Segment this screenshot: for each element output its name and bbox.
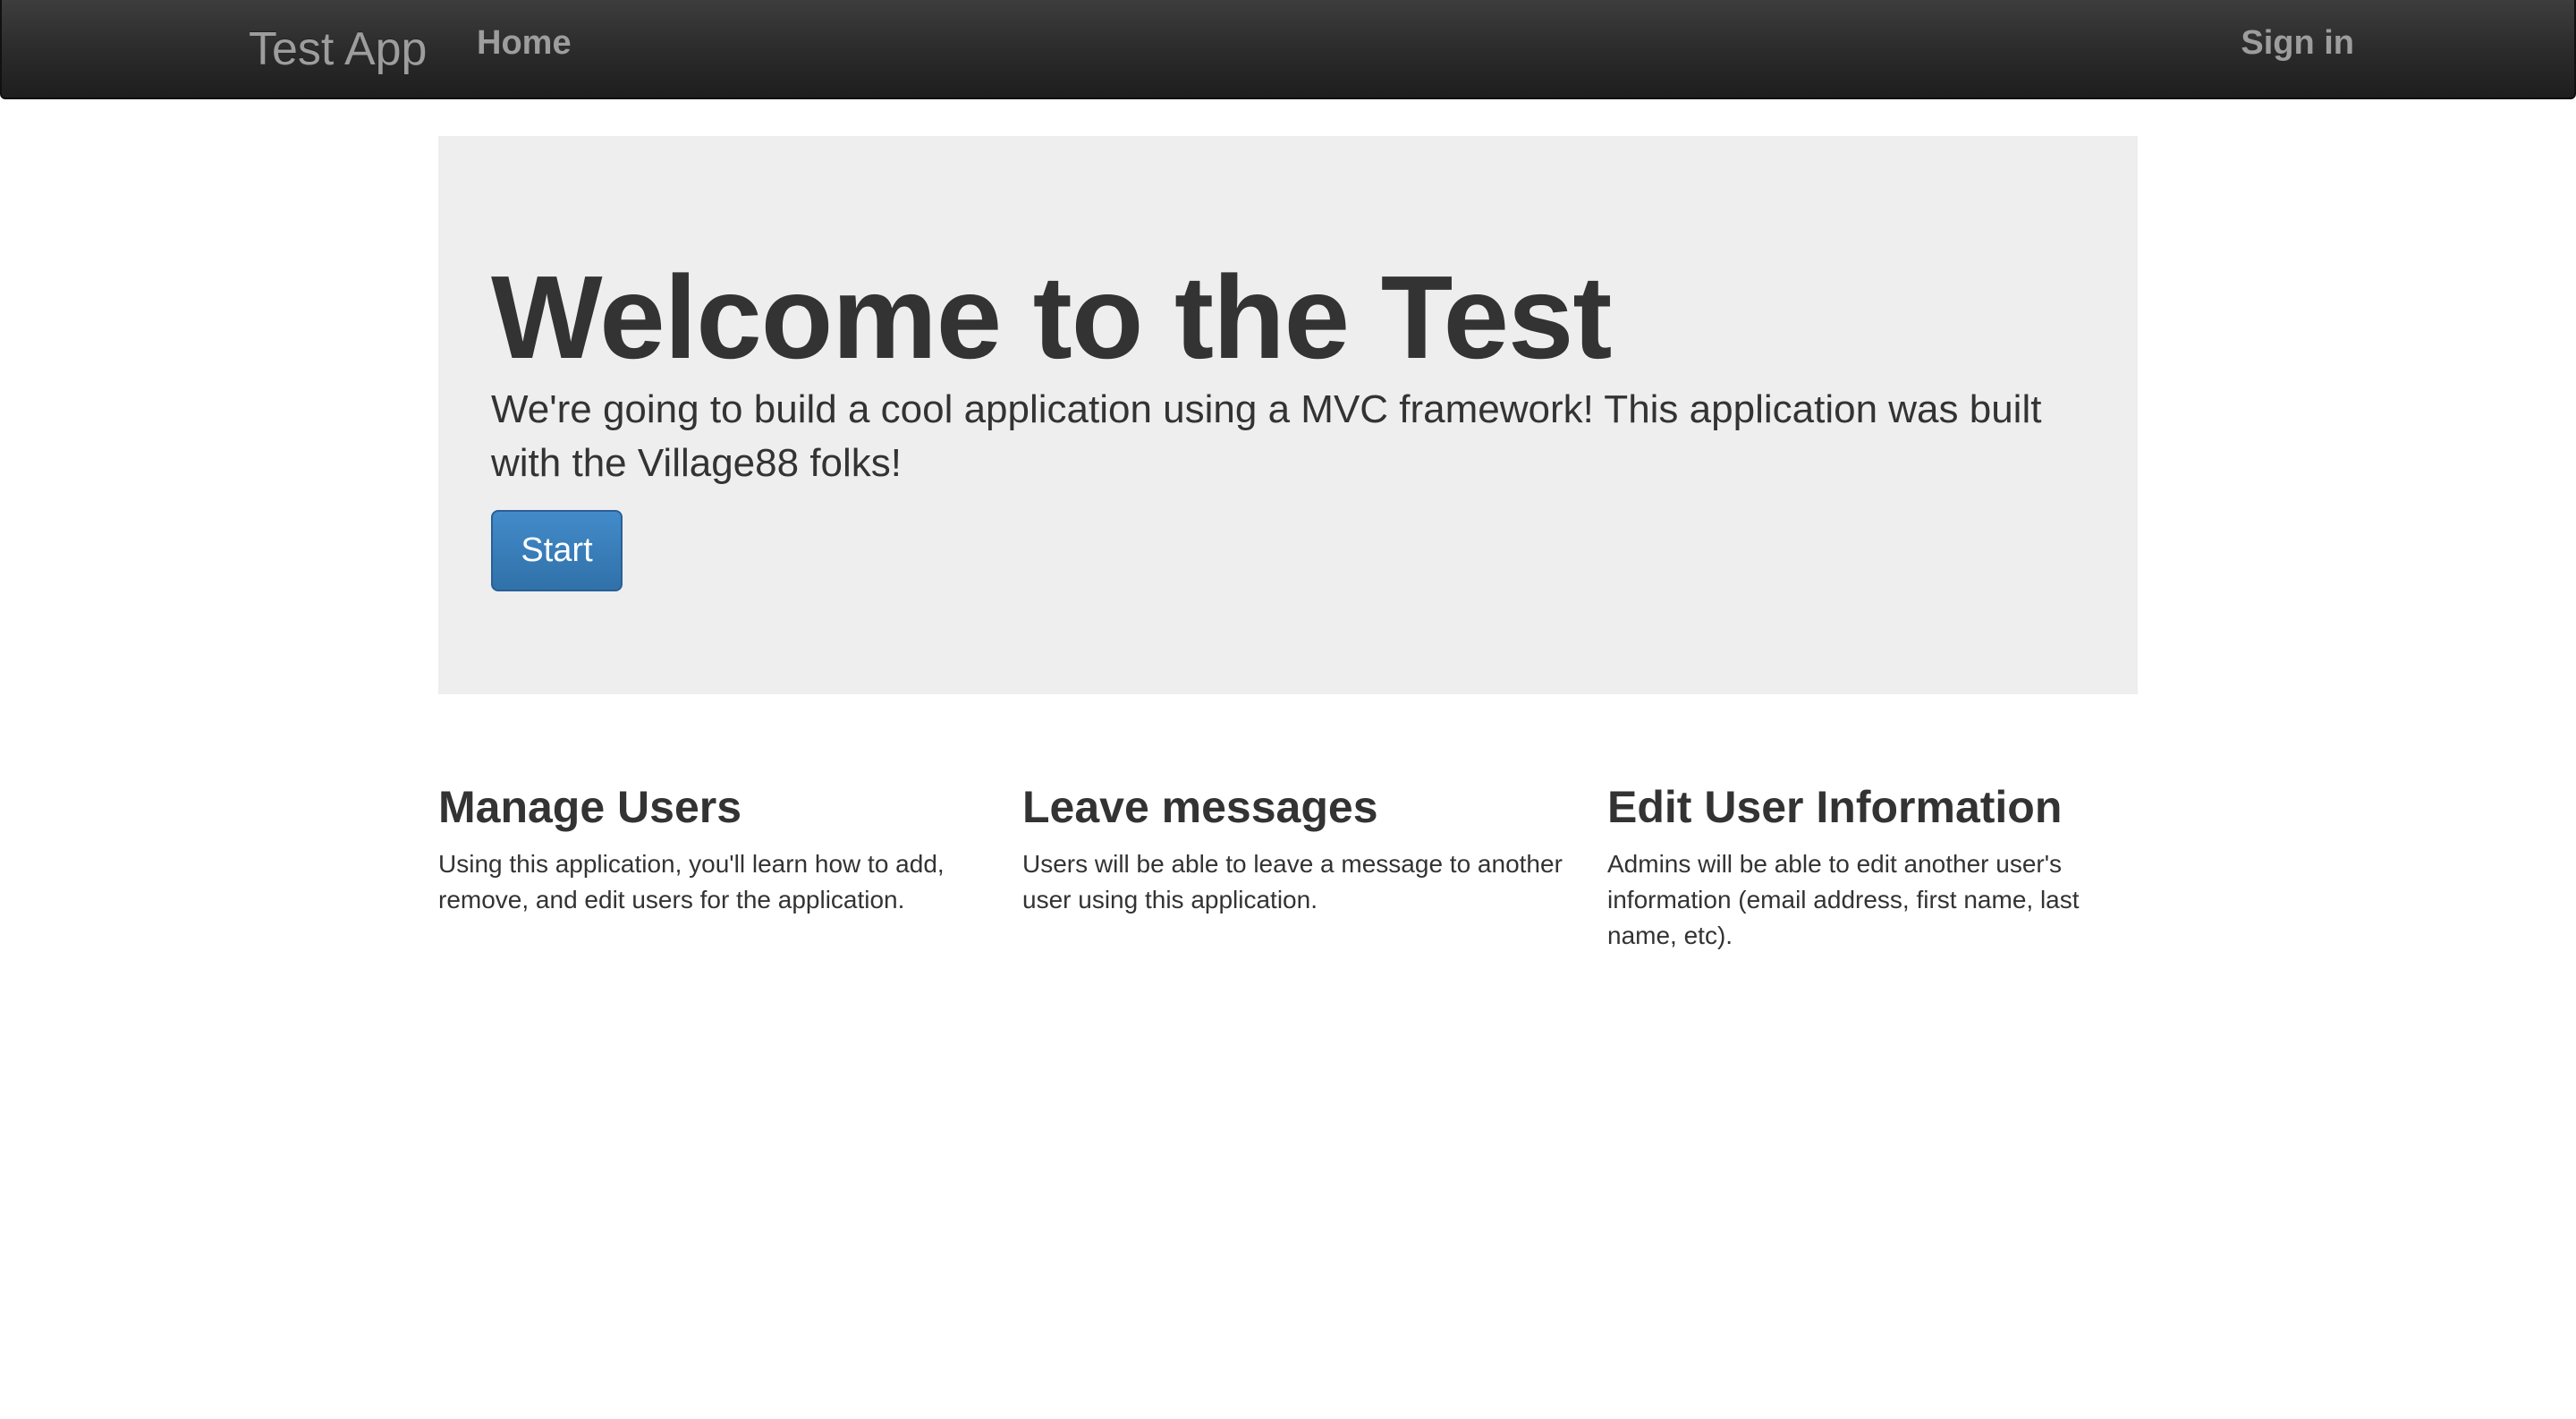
page-title: Welcome to the Test — [491, 251, 1612, 383]
feature-title: Manage Users — [438, 782, 742, 832]
feature-description: Using this application, you'll learn how… — [438, 850, 945, 913]
nav-home-link[interactable]: Home — [477, 20, 572, 66]
brand-link[interactable]: Test App — [249, 20, 427, 79]
feature-leave-messages: Leave messages Users will be able to lea… — [1022, 773, 1568, 918]
feature-manage-users: Manage Users Using this application, you… — [438, 773, 984, 918]
jumbotron-description: We're going to build a cool application … — [491, 387, 2042, 485]
nav-signin-link[interactable]: Sign in — [2241, 20, 2354, 66]
start-button[interactable]: Start — [491, 510, 623, 591]
feature-title: Leave messages — [1022, 782, 1378, 832]
jumbotron: Welcome to the Test We're going to build… — [438, 136, 2138, 694]
feature-description: Users will be able to leave a message to… — [1022, 850, 1563, 913]
feature-edit-user-information: Edit User Information Admins will be abl… — [1607, 773, 2153, 954]
feature-title: Edit User Information — [1607, 782, 2063, 832]
feature-description: Admins will be able to edit another user… — [1607, 850, 2080, 949]
top-navbar: Test App Home Sign in — [0, 0, 2576, 99]
